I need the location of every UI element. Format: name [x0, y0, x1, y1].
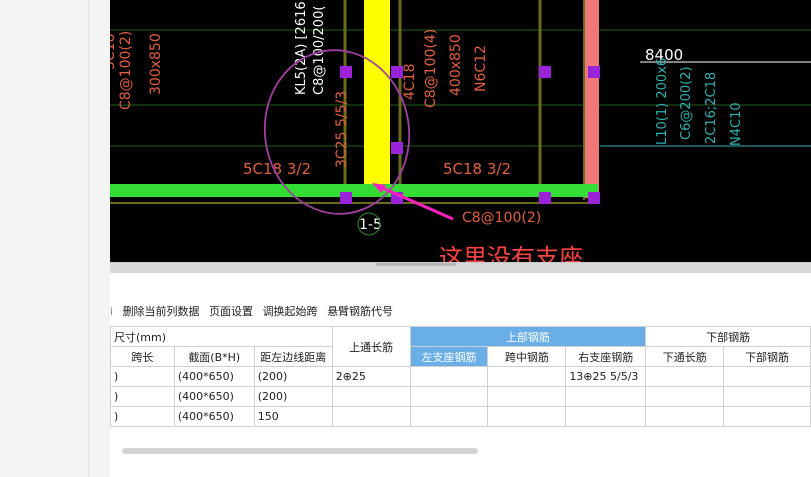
app-window: C8@100(2) 300x850 3C18 KL5(2A) [2616 C8@… — [110, 0, 811, 477]
mid-col-section-label: 400x850 — [448, 34, 464, 96]
column-marker — [391, 142, 403, 154]
header-bottom-rebar-group: 下部钢筋 — [645, 326, 811, 347]
cell-left-support[interactable] — [409, 386, 489, 407]
mid-col-waist-label: N6C12 — [473, 45, 489, 92]
cell-bottom-through[interactable] — [645, 406, 725, 427]
kl-beam-label: KL5(2A) [2616 — [294, 1, 309, 95]
delete-column-data-button[interactable]: 删除当前列数据 — [123, 305, 200, 318]
cell-left-support[interactable] — [409, 406, 489, 427]
cell-mid[interactable] — [487, 386, 567, 407]
rebar-table-wrap: 尺寸(mm) 上通长筋 上部钢筋 下部钢筋 跨长 截面(B*H) 距左边线距离 … — [110, 326, 811, 427]
header-right-support[interactable]: 右支座钢筋 — [565, 346, 647, 367]
swap-start-span-button[interactable]: 调换起始跨 — [263, 305, 318, 318]
cell-left-support[interactable] — [409, 366, 489, 387]
table-row: ) (400*650) (200) — [110, 386, 811, 407]
cell-bottom[interactable] — [723, 366, 811, 387]
cad-drawing-canvas[interactable]: C8@100(2) 300x850 3C18 KL5(2A) [2616 C8@… — [110, 0, 811, 262]
cell-section[interactable]: (400*650) — [173, 406, 255, 427]
cell-section[interactable]: (400*650) — [173, 386, 255, 407]
table-row: ) (400*650) 150 — [110, 406, 811, 427]
cell-top-through[interactable] — [331, 406, 411, 427]
cantilever-code-button[interactable]: 悬臂钢筋代号 — [327, 305, 393, 318]
table-row: ) (400*650) (200) 2⊕25 13⊕25 5/5/3 — [110, 366, 811, 387]
column-marker — [539, 192, 551, 204]
rebar-table: 尺寸(mm) 上通长筋 上部钢筋 下部钢筋 跨长 截面(B*H) 距左边线距离 … — [110, 326, 811, 427]
horizontal-scrollbar[interactable] — [122, 448, 478, 454]
page-setup-button[interactable]: 页面设置 — [209, 305, 253, 318]
cad-drawing: C8@100(2) 300x850 3C18 KL5(2A) [2616 C8@… — [110, 0, 811, 236]
cell-bottom[interactable] — [723, 406, 811, 427]
cell-right-support[interactable] — [565, 406, 647, 427]
cell-right-support[interactable]: 13⊕25 5/5/3 — [565, 366, 647, 387]
left-gutter — [0, 0, 89, 477]
green-beam — [110, 184, 598, 197]
header-top-through[interactable]: 上通长筋 — [331, 326, 411, 367]
header-mid-span[interactable]: 跨中钢筋 — [487, 346, 567, 367]
cell-top-through[interactable]: 2⊕25 — [331, 366, 411, 387]
cell-bottom-through[interactable] — [645, 386, 725, 407]
header-section[interactable]: 截面(B*H) — [173, 346, 255, 367]
cell-offset[interactable]: (200) — [253, 366, 333, 387]
column-marker — [340, 66, 352, 78]
column-marker — [340, 192, 352, 204]
header-size-group: 尺寸(mm) — [110, 326, 333, 347]
left-section-label: 300x850 — [148, 33, 164, 95]
column-marker — [588, 66, 600, 78]
right-beam-stirrup-label: C6@200(2) — [679, 66, 694, 140]
cell-bottom-through[interactable] — [645, 366, 725, 387]
column-marker — [539, 66, 551, 78]
cell-bottom[interactable] — [723, 386, 811, 407]
left-stirrup-label: C8@100(2) — [118, 31, 134, 110]
pink-pier — [585, 0, 599, 198]
cell-right-support[interactable] — [565, 386, 647, 407]
header-offset[interactable]: 距左边线距离 — [253, 346, 333, 367]
cell-offset[interactable]: 150 — [253, 406, 333, 427]
cell-section[interactable]: (400*650) — [173, 366, 255, 387]
cell-top-through[interactable] — [331, 386, 411, 407]
header-bottom-through[interactable]: 下通长筋 — [645, 346, 725, 367]
right-beam-rebar-label: 2C16;2C18 — [704, 72, 719, 144]
cell-offset[interactable]: (200) — [253, 386, 333, 407]
cell-mid[interactable] — [487, 406, 567, 427]
splitter-grip[interactable] — [376, 263, 456, 266]
right-top-bar-label: 5C18 3/2 — [443, 160, 511, 178]
right-beam-name-label: L10(1) 200x6 — [655, 58, 670, 145]
cell-mid[interactable] — [487, 366, 567, 387]
header-top-rebar-group: 上部钢筋 — [409, 326, 647, 347]
mid-col-stirrup-label: C8@100(4) — [423, 29, 439, 108]
panel-splitter[interactable] — [110, 262, 811, 273]
header-span-length[interactable]: 跨长 — [110, 346, 175, 367]
header-left-support[interactable]: 左支座钢筋 — [409, 346, 489, 367]
cell-span[interactable]: ) — [110, 406, 175, 427]
column-marker — [588, 192, 600, 204]
support-rebar-label: 3C25 5/5/3 — [334, 91, 350, 168]
bottom-stirrup-label: C8@100(2) — [462, 210, 541, 226]
left-top-rebar-label: 3C18 — [110, 34, 118, 71]
toolbar-stub: i — [110, 305, 114, 318]
header-bottom-rebar[interactable]: 下部钢筋 — [723, 346, 811, 367]
yellow-column — [364, 0, 390, 190]
cell-span[interactable]: ) — [110, 366, 175, 387]
right-beam-waist-label: N4C10 — [729, 102, 744, 146]
table-toolbar: i 删除当前列数据 页面设置 调换起始跨 悬臂钢筋代号 — [110, 303, 811, 321]
mid-col-rebar-label: 4C18 — [402, 64, 418, 101]
cell-span[interactable]: ) — [110, 386, 175, 407]
